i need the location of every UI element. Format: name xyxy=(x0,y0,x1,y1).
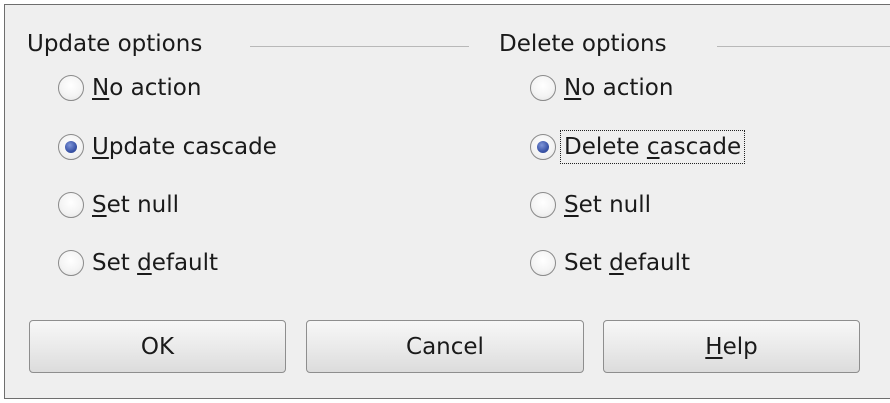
update-set-null-radio[interactable]: Set null xyxy=(58,187,179,223)
ok-button[interactable]: OK xyxy=(29,320,286,373)
update-set-default-label: Set default xyxy=(92,250,219,276)
radio-button-checked-icon[interactable] xyxy=(530,134,556,160)
delete-no-action-label: No action xyxy=(564,75,674,101)
delete-cascade-radio[interactable]: Delete cascade xyxy=(530,129,746,165)
update-set-default-radio[interactable]: Set default xyxy=(58,245,218,281)
relations-dialog: Update options No action Update cascade … xyxy=(4,4,890,399)
delete-options-title: Delete options xyxy=(499,31,667,57)
update-cascade-label: Update cascade xyxy=(92,134,277,160)
delete-set-default-label: Set default xyxy=(564,250,691,276)
update-no-action-radio[interactable]: No action xyxy=(58,70,201,106)
radio-button-unchecked-icon[interactable] xyxy=(58,250,84,276)
delete-cascade-label: Delete cascade xyxy=(559,130,746,164)
radio-button-unchecked-icon[interactable] xyxy=(530,250,556,276)
cancel-button-label: Cancel xyxy=(406,333,484,360)
help-button[interactable]: Help xyxy=(603,320,860,373)
cancel-button[interactable]: Cancel xyxy=(306,320,584,373)
ok-button-label: OK xyxy=(140,333,175,360)
help-button-label: Help xyxy=(705,333,758,360)
radio-button-unchecked-icon[interactable] xyxy=(530,75,556,101)
delete-set-null-radio[interactable]: Set null xyxy=(530,187,651,223)
update-cascade-radio[interactable]: Update cascade xyxy=(58,129,277,165)
delete-set-null-label: Set null xyxy=(564,192,652,218)
delete-set-default-radio[interactable]: Set default xyxy=(530,245,690,281)
radio-button-unchecked-icon[interactable] xyxy=(530,192,556,218)
delete-options-separator xyxy=(717,46,890,47)
radio-button-checked-icon[interactable] xyxy=(58,134,84,160)
radio-button-unchecked-icon[interactable] xyxy=(58,192,84,218)
update-options-title: Update options xyxy=(27,31,203,57)
update-no-action-label: No action xyxy=(92,75,202,101)
update-options-separator xyxy=(250,46,469,47)
radio-button-unchecked-icon[interactable] xyxy=(58,75,84,101)
update-set-null-label: Set null xyxy=(92,192,180,218)
delete-no-action-radio[interactable]: No action xyxy=(530,70,673,106)
